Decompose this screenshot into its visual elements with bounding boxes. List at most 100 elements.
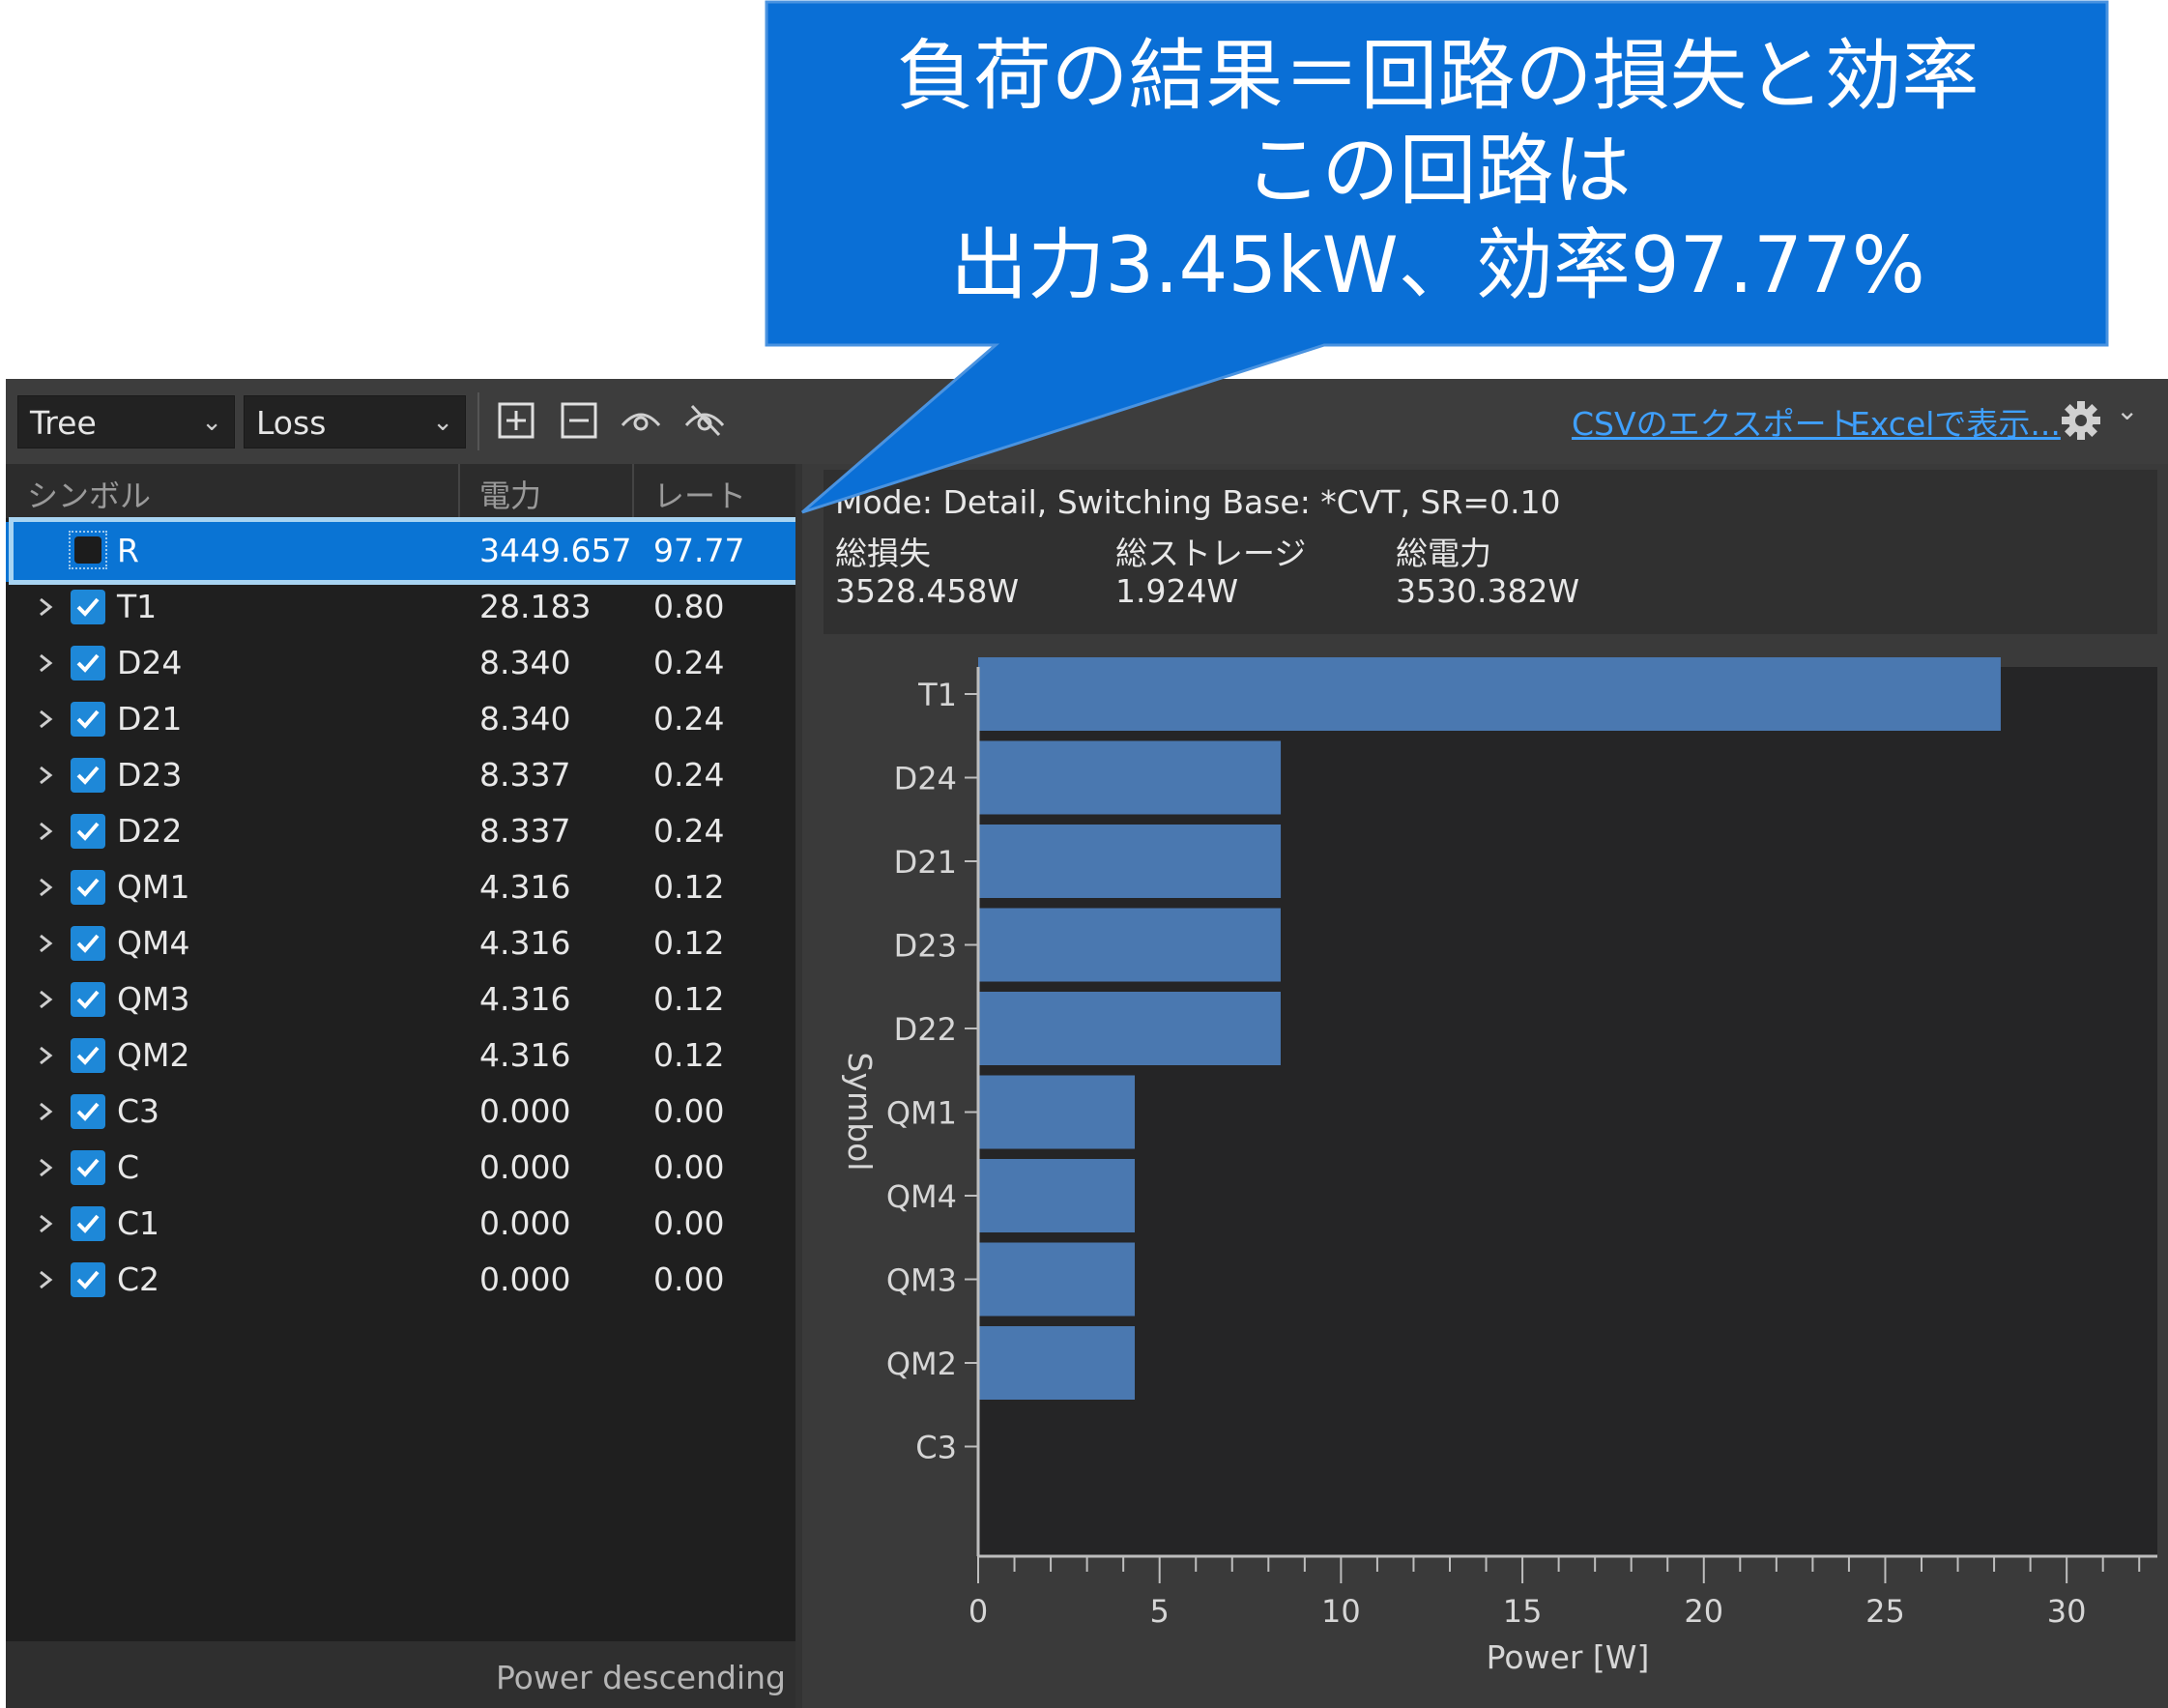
view-mode-value: Tree [30,404,97,442]
chevron-right-icon[interactable] [31,1260,60,1299]
row-power: 8.337 [479,756,571,794]
table-row[interactable]: QM1 4.316 0.12 [6,862,795,918]
excel-view-link[interactable]: Excelで表示... [1850,398,2061,445]
row-power: 0.000 [479,1148,571,1186]
table-row[interactable]: QM4 4.316 0.12 [6,918,795,974]
table-row[interactable]: QM2 4.316 0.12 [6,1030,795,1086]
row-rate: 0.80 [653,588,725,625]
result-type-combo[interactable]: Loss ⌄ [244,395,466,449]
row-rate: 0.12 [653,924,725,962]
table-row[interactable]: C3 0.000 0.00 [6,1086,795,1143]
expand-all-icon[interactable] [492,396,540,445]
total-loss-label: 総損失 [835,535,931,572]
result-type-value: Loss [256,404,327,442]
checkbox-checked[interactable] [71,1150,105,1185]
table-row[interactable]: C1 0.000 0.00 [6,1199,795,1255]
check-icon [76,1158,100,1177]
table-row[interactable]: C 0.000 0.00 [6,1143,795,1199]
y-tick-label: QM3 [886,1262,957,1299]
chevron-right-icon[interactable] [31,868,60,907]
check-icon [76,766,100,785]
table-header: シンボル 電力 レート[%] [6,464,795,553]
row-power: 28.183 [479,588,592,625]
chevron-right-icon[interactable] [31,1148,60,1187]
table-row[interactable]: C2 0.000 0.00 [6,1255,795,1311]
y-tick-label: QM4 [886,1178,957,1215]
table-row[interactable]: D22 8.337 0.24 [6,806,795,862]
row-rate: 0.24 [653,756,725,794]
checkbox-checked[interactable] [71,982,105,1017]
row-rate: 0.12 [653,868,725,906]
chevron-right-icon[interactable] [31,1036,60,1075]
checkbox-checked[interactable] [71,1038,105,1073]
y-tick-label: QM1 [886,1095,957,1132]
view-mode-combo[interactable]: Tree ⌄ [17,395,235,449]
chevron-right-icon[interactable] [31,700,60,738]
table-row[interactable]: D21 8.340 0.24 [6,694,795,750]
check-icon [76,1102,100,1121]
callout-line-1: 負荷の結果＝回路の損失と効率 [896,31,1980,121]
x-tick-label: 0 [968,1593,988,1630]
checkbox-checked[interactable] [71,926,105,961]
hide-icon[interactable] [680,396,729,445]
mode-text: Mode: Detail, Switching Base: *CVT, SR=0… [835,483,1561,521]
checkbox-checked[interactable] [71,1094,105,1129]
x-tick-label: 10 [1321,1593,1361,1630]
table-row[interactable]: D23 8.337 0.24 [6,750,795,806]
table-row[interactable]: D24 8.340 0.24 [6,638,795,694]
row-symbol: C1 [117,1204,160,1242]
chevron-right-icon[interactable] [31,1204,60,1243]
checkbox-checked[interactable] [71,1206,105,1241]
check-icon [76,597,100,617]
collapse-all-icon[interactable] [555,396,603,445]
column-power[interactable]: 電力 [479,472,541,516]
row-power: 0.000 [479,1092,571,1130]
bar-d22 [978,992,1281,1065]
gear-icon[interactable] [2057,396,2105,445]
chevron-down-icon: ⌄ [201,408,222,437]
chevron-right-icon[interactable] [31,644,60,682]
checkbox-checked[interactable] [71,870,105,905]
y-tick-label: C3 [915,1430,957,1466]
check-icon [76,822,100,841]
chevron-right-icon[interactable] [31,812,60,851]
x-tick-label: 20 [1684,1593,1723,1630]
checkbox-checked[interactable] [71,814,105,849]
row-symbol: QM4 [117,924,190,962]
row-symbol: T1 [117,588,158,625]
chevron-down-icon[interactable]: ⌄ [2116,394,2138,426]
bar-qm3 [978,1242,1136,1317]
row-rate: 0.24 [653,700,725,738]
y-tick-label: D23 [894,928,957,965]
total-storage-label: 総ストレージ [1115,535,1307,572]
csv-export-link[interactable]: CSVのエクスポート... [1572,398,1889,445]
bar-t1 [978,657,2001,731]
column-symbol[interactable]: シンボル [27,472,151,516]
chevron-right-icon[interactable] [31,924,60,963]
row-power: 4.316 [479,980,571,1018]
row-rate: 0.00 [653,1148,725,1186]
check-icon [76,878,100,897]
row-symbol: D24 [117,644,183,681]
chevron-right-icon[interactable] [31,980,60,1019]
row-power: 8.340 [479,700,571,738]
chevron-right-icon[interactable] [31,588,60,626]
table-row[interactable]: T1 28.183 0.80 [6,582,795,638]
row-symbol: QM3 [117,980,190,1018]
row-symbol: D22 [117,812,183,850]
show-icon[interactable] [617,396,665,445]
checkbox-checked[interactable] [71,590,105,624]
chevron-right-icon[interactable] [31,756,60,795]
checkbox-checked[interactable] [71,702,105,737]
panel-splitter[interactable] [795,464,802,1708]
toolbar: Tree ⌄ Loss ⌄ CSVのエクスポート... Excelで表示... [6,379,2168,464]
bar-qm1 [978,1075,1136,1149]
y-tick-label: QM2 [886,1346,957,1382]
row-power: 0.000 [479,1204,571,1242]
checkbox-checked[interactable] [71,646,105,680]
checkbox-checked[interactable] [71,758,105,793]
table-row[interactable]: QM3 4.316 0.12 [6,974,795,1030]
checkbox-checked[interactable] [71,1262,105,1297]
row-rate: 0.12 [653,1036,725,1074]
chevron-right-icon[interactable] [31,1092,60,1131]
